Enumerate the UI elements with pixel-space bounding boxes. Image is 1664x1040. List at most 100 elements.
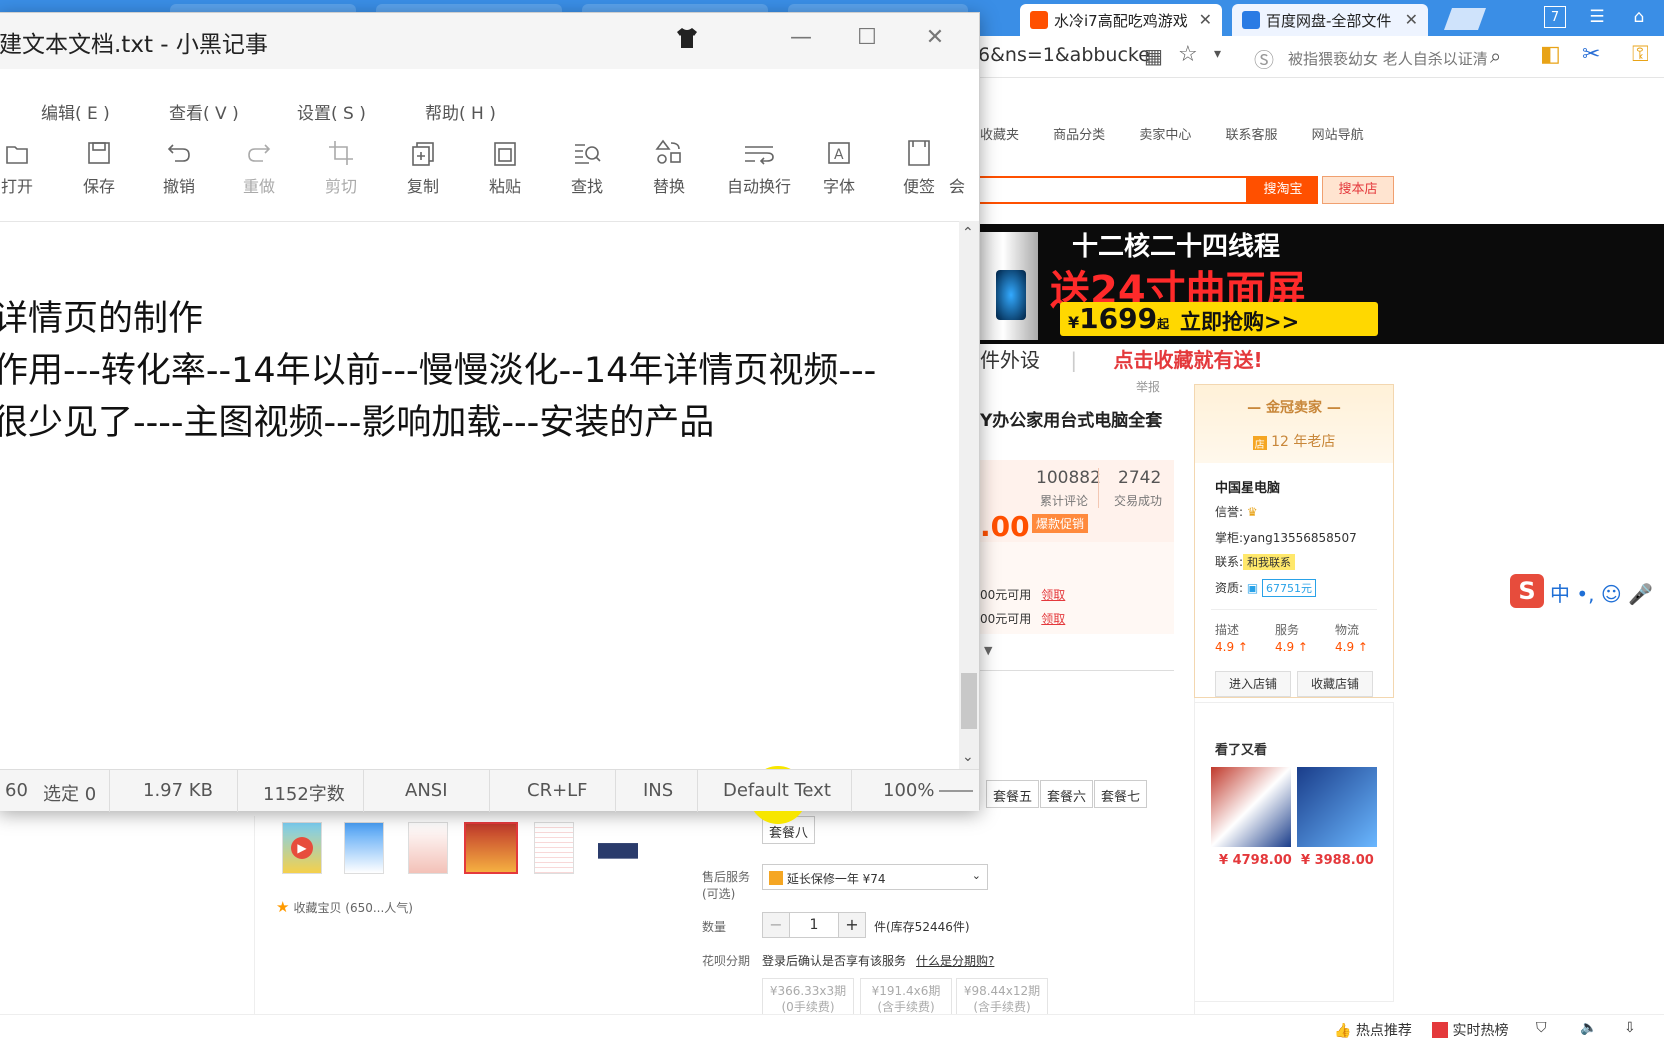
line-ending[interactable]: CR+LF xyxy=(527,780,588,801)
search-store-button[interactable]: 搜本店 xyxy=(1322,176,1394,204)
chevron-down-icon[interactable]: ▼ xyxy=(984,644,992,657)
recommend-image[interactable] xyxy=(1297,767,1377,847)
tool-label: 粘贴 xyxy=(488,177,521,196)
favorite-store-button[interactable]: 收藏店铺 xyxy=(1297,671,1373,697)
text-style[interactable]: Default Text xyxy=(723,780,831,801)
notepad-title-bar[interactable]: 建文本文档.txt - 小黑记事 — ☐ ✕ xyxy=(0,13,979,69)
menu-icon[interactable]: ☰ xyxy=(1586,6,1608,28)
zoom-slider[interactable] xyxy=(939,790,973,792)
font-button[interactable]: A 字体 xyxy=(809,137,869,207)
menu-view[interactable]: 查看( V ) xyxy=(169,99,239,124)
recommend-price[interactable]: ¥ 3988.00 xyxy=(1301,853,1374,868)
cut-button[interactable]: 剪切 xyxy=(311,137,371,207)
download-icon[interactable]: ⇩ xyxy=(1624,1020,1636,1036)
ime-toolbar[interactable]: S 中 •, ☺ 🎤 xyxy=(1510,574,1664,608)
shield-icon[interactable]: ⛉ xyxy=(1536,1020,1547,1036)
product-thumb[interactable]: ▶ xyxy=(282,822,322,874)
promo-banner[interactable]: 十二核二十四线程 送24寸曲面屏 ¥1699起 立即抢购>> xyxy=(980,224,1664,344)
hot-topics-link[interactable]: 👍 热点推荐 xyxy=(1334,1020,1412,1040)
menu-edit[interactable]: 编辑( E ) xyxy=(41,99,110,124)
redo-button[interactable]: 重做 xyxy=(229,137,289,207)
quantity-decrease-button[interactable]: − xyxy=(762,912,790,938)
scrollbar-thumb[interactable] xyxy=(961,673,977,729)
product-thumb[interactable] xyxy=(534,822,574,874)
product-thumb[interactable] xyxy=(408,822,448,874)
menu-help[interactable]: 帮助( H ) xyxy=(425,99,496,124)
package-option[interactable]: 套餐六 xyxy=(1040,780,1094,808)
nav-favorites[interactable]: 收藏夹 xyxy=(980,128,1019,143)
seller-name[interactable]: 中国星电脑 xyxy=(1215,477,1280,496)
realtime-list-link[interactable]: 实时热榜 xyxy=(1432,1020,1508,1040)
undo-button[interactable]: 撤销 xyxy=(149,137,209,207)
nav-seller-center[interactable]: 卖家中心 xyxy=(1139,128,1191,143)
claim-coupon-link[interactable]: 领取 xyxy=(1041,588,1065,602)
category-text[interactable]: 件外设 xyxy=(980,348,1040,372)
favorite-promo-link[interactable]: 点击收藏就有送! xyxy=(1113,348,1262,372)
address-url[interactable]: 6&ns=1&abbucke xyxy=(978,44,1150,66)
insert-mode[interactable]: INS xyxy=(643,780,673,801)
note-button[interactable]: 便签 xyxy=(889,137,949,207)
open-button[interactable]: 打开 xyxy=(0,137,47,207)
text-editor-area[interactable]: 详情页的制作 作用---转化率--14年以前---慢慢淡化--14年详情页视频-… xyxy=(0,221,961,824)
contact-me-button[interactable]: 和我联系 xyxy=(1243,554,1296,570)
package-option[interactable]: 套餐七 xyxy=(1094,780,1148,808)
skin-icon[interactable] xyxy=(675,27,699,49)
product-thumb[interactable] xyxy=(344,822,384,874)
scroll-up-icon[interactable]: ⌃ xyxy=(962,225,974,241)
quantity-input[interactable]: 1 xyxy=(790,912,838,938)
claim-coupon-link[interactable]: 领取 xyxy=(1041,612,1065,626)
key-icon[interactable]: ⚿ xyxy=(1632,42,1649,67)
banner-buy-button[interactable]: ¥1699起 立即抢购>> xyxy=(1060,302,1378,336)
after-sales-select[interactable]: 延长保修一年 ¥74 ⌄ xyxy=(762,864,988,890)
star-icon[interactable]: ☆ xyxy=(1178,42,1198,67)
save-button[interactable]: 保存 xyxy=(69,137,129,207)
minimize-button[interactable]: — xyxy=(781,23,821,53)
ime-controls[interactable]: 中 •, ☺ 🎤 xyxy=(1550,578,1653,607)
installment-option[interactable]: ¥191.4x6期 (含手续费) xyxy=(860,978,952,1018)
deposit-badge[interactable]: 67751元 xyxy=(1262,579,1317,597)
maximize-button[interactable]: ☐ xyxy=(847,23,887,53)
recommend-image[interactable] xyxy=(1211,767,1291,847)
new-tab-button[interactable] xyxy=(1443,8,1487,30)
package-option[interactable]: 套餐五 xyxy=(986,780,1040,808)
browser-tab-baidu-pan[interactable]: 百度网盘-全部文件 ✕ xyxy=(1232,4,1428,36)
chevron-down-icon[interactable]: ▾ xyxy=(1214,46,1221,62)
browser-tab-taobao[interactable]: 水冷i7高配吃鸡游戏 ✕ xyxy=(1020,4,1222,36)
nav-categories[interactable]: 商品分类 xyxy=(1053,128,1105,143)
installment-help-link[interactable]: 什么是分期购? xyxy=(916,954,994,968)
product-thumb-selected[interactable] xyxy=(464,822,518,874)
copy-button[interactable]: 复制 xyxy=(393,137,453,207)
divider xyxy=(489,770,490,812)
installment-option[interactable]: ¥366.33x3期 (0手续费) xyxy=(762,978,854,1018)
find-button[interactable]: 查找 xyxy=(557,137,617,207)
extension-icon[interactable]: ◧ xyxy=(1540,42,1561,67)
browser-search-box[interactable]: Ⓢ 被指猥亵幼女 老人自杀以证清白 ⌕ xyxy=(1248,42,1510,72)
scissors-icon[interactable]: ✂ xyxy=(1582,42,1600,67)
menu-settings[interactable]: 设置( S ) xyxy=(297,99,366,124)
replace-button[interactable]: 替换 xyxy=(639,137,699,207)
recommend-price[interactable]: ¥ 4798.00 xyxy=(1219,853,1292,868)
tab-close-icon[interactable]: ✕ xyxy=(1405,10,1418,29)
report-link[interactable]: 举报 xyxy=(1136,378,1160,395)
taobao-search-input[interactable] xyxy=(980,176,1248,204)
search-taobao-button[interactable]: 搜淘宝 xyxy=(1248,176,1318,204)
nav-site-map[interactable]: 网站导航 xyxy=(1312,128,1364,143)
nav-customer-service[interactable]: 联系客服 xyxy=(1225,128,1277,143)
word-wrap-button[interactable]: 自动换行 xyxy=(721,137,797,207)
tab-close-icon[interactable]: ✕ xyxy=(1199,10,1212,29)
speaker-icon[interactable]: 🔈 xyxy=(1580,1020,1597,1036)
vertical-scrollbar[interactable]: ⌃ ⌄ xyxy=(959,221,979,769)
more-tool-button[interactable]: 会 xyxy=(949,137,981,207)
quantity-increase-button[interactable]: + xyxy=(838,912,866,938)
encoding[interactable]: ANSI xyxy=(405,780,448,801)
qr-code-icon[interactable]: ▦ xyxy=(1144,44,1163,68)
tab-count-badge[interactable]: 7 xyxy=(1544,6,1566,28)
window-restore-icon[interactable]: ⌂ xyxy=(1628,6,1650,28)
product-thumb[interactable] xyxy=(598,822,638,874)
enter-store-button[interactable]: 进入店铺 xyxy=(1215,671,1291,697)
favorite-item-link[interactable]: ★ 收藏宝贝 (650...人气) xyxy=(276,898,413,916)
close-button[interactable]: ✕ xyxy=(915,23,955,53)
scroll-down-icon[interactable]: ⌄ xyxy=(962,749,974,765)
installment-option[interactable]: ¥98.44x12期 (含手续费) xyxy=(956,978,1048,1018)
paste-button[interactable]: 粘贴 xyxy=(475,137,535,207)
